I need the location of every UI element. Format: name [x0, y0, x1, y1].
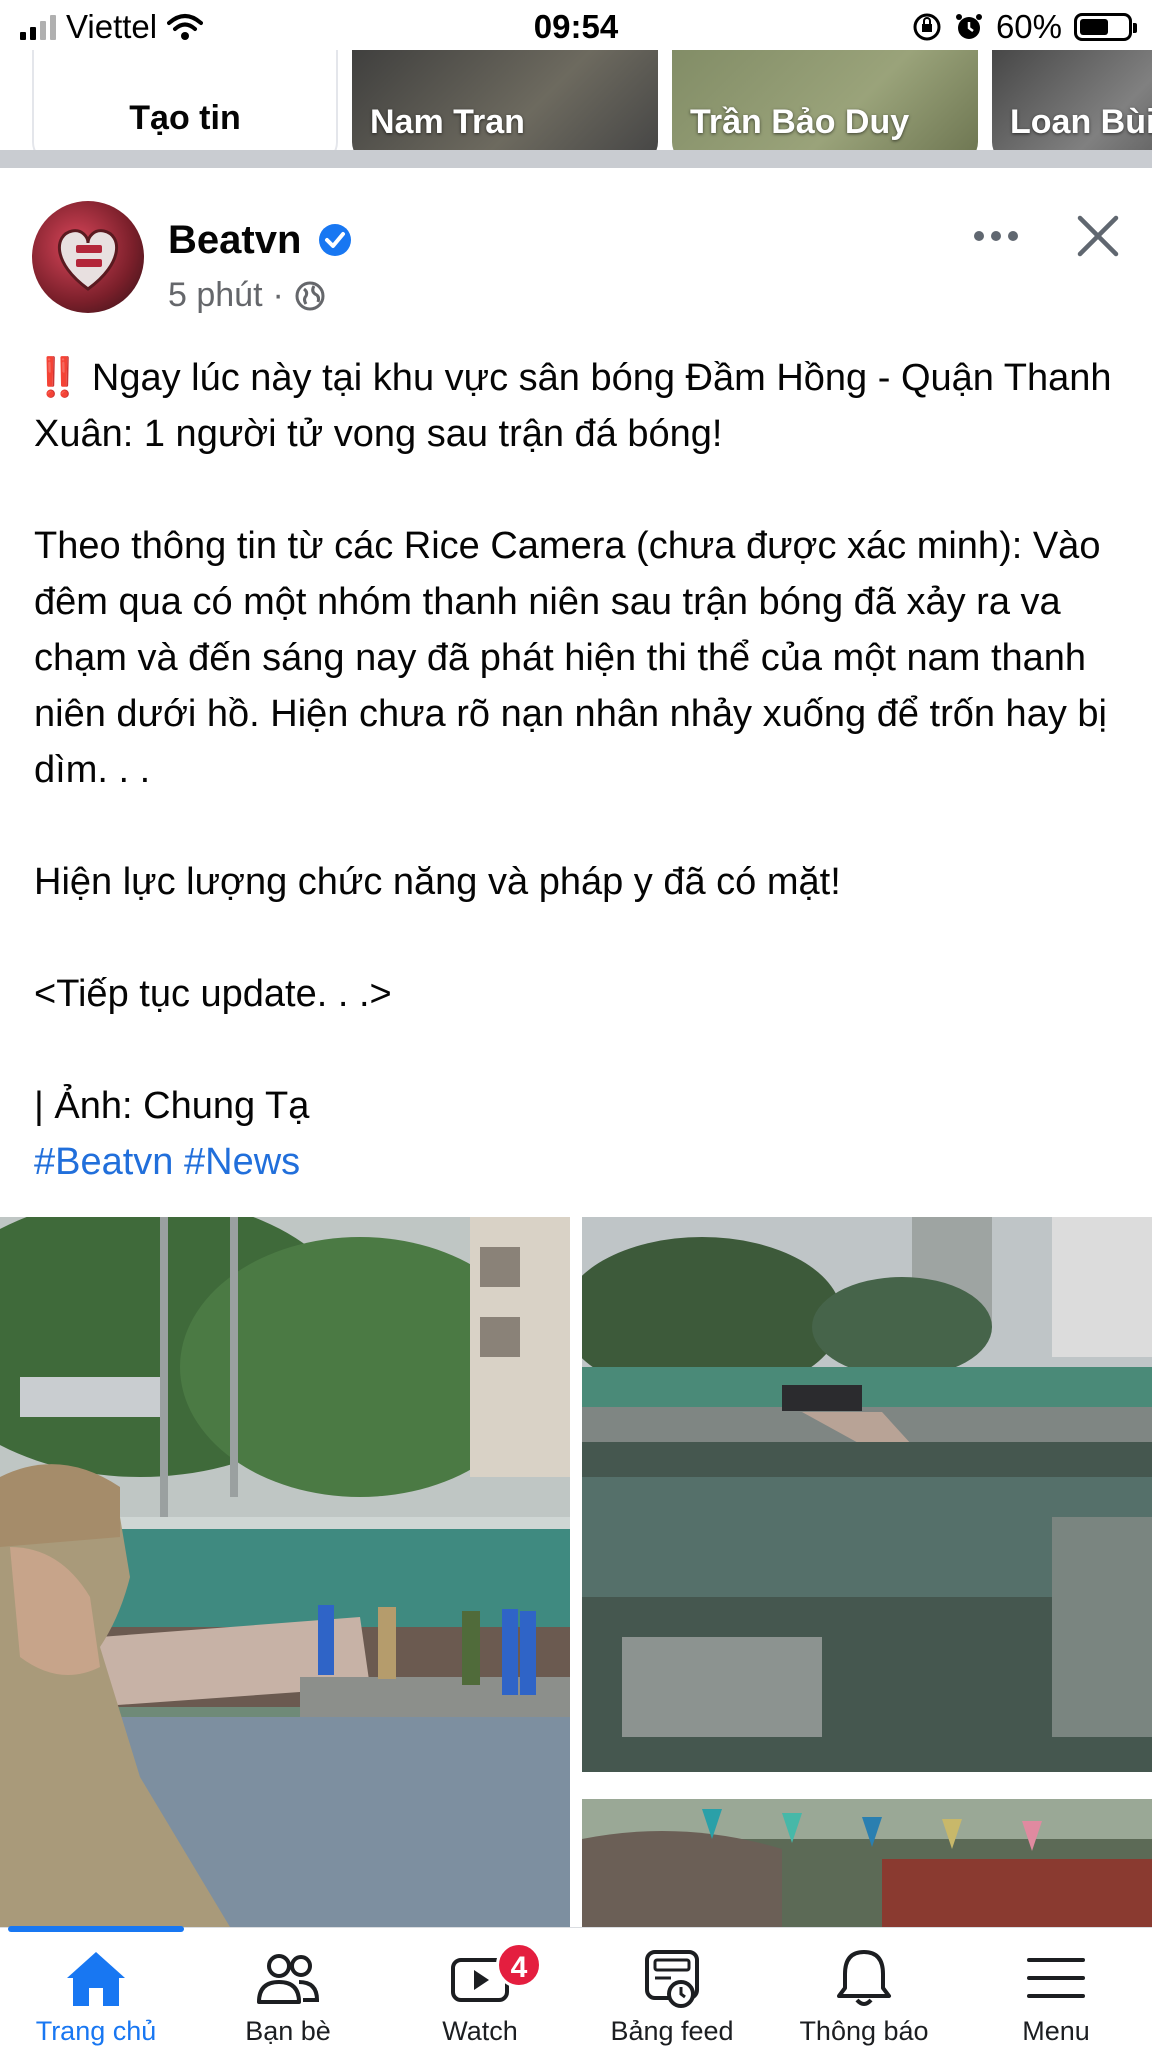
post-line-1: Ngay lúc này tại khu vực sân bóng Đầm Hồ… [34, 357, 1112, 455]
post-time[interactable]: 5 phút [168, 276, 263, 315]
post-paragraph-3: Hiện lực lượng chức năng và pháp y đã có… [34, 861, 841, 903]
hashtag-link[interactable]: #News [184, 1141, 300, 1183]
tab-menu[interactable]: Menu [960, 1928, 1152, 2048]
street-photo [582, 1799, 1152, 1927]
home-icon [67, 1952, 125, 2006]
feeds-icon [645, 1950, 699, 2008]
tab-label: Menu [1022, 2016, 1090, 2046]
tab-label: Thông báo [799, 2016, 929, 2046]
more-dot-icon [991, 231, 1001, 241]
status-right: 60% [912, 8, 1137, 46]
more-dot-icon [1008, 231, 1018, 241]
battery-percent: 60% [995, 8, 1062, 45]
hashtag-link[interactable]: #Beatvn [34, 1141, 173, 1183]
post-photo[interactable] [582, 1217, 1152, 1787]
close-icon[interactable] [1070, 208, 1126, 264]
meta-separator: · [272, 276, 284, 314]
bell-icon [837, 1950, 891, 2006]
stories-tray: Tạo tin Nam Tran Trần Bảo Duy Loan Bùi [0, 50, 1152, 150]
create-story-label: Tạo tin [129, 99, 241, 137]
tab-label: Watch [442, 2016, 518, 2046]
create-story-card[interactable]: Tạo tin [32, 50, 338, 150]
post-headline: ‼️ Ngay lúc này tại khu vực sân bóng Đầm… [34, 350, 1124, 462]
story-card[interactable]: Loan Bùi [992, 50, 1152, 150]
more-options-button[interactable] [966, 216, 1026, 256]
orientation-lock-icon [913, 13, 941, 41]
post-paragraph-4: <Tiếp tục update. . .> [34, 973, 392, 1015]
tab-notifications[interactable]: Thông báo [768, 1928, 960, 2048]
photo-credit: | Ảnh: Chung Tạ [34, 1085, 310, 1127]
beatvn-logo [57, 229, 119, 291]
hashtags: #Beatvn #News [34, 1134, 1124, 1190]
battery-level [1080, 19, 1108, 35]
tab-label: Bảng feed [610, 2016, 734, 2046]
story-card[interactable]: Trần Bảo Duy [672, 50, 978, 150]
tab-watch[interactable]: 4 Watch [384, 1928, 576, 2048]
watch-badge: 4 [496, 1942, 542, 1988]
lake-reflection-photo [582, 1217, 1152, 1787]
page-name[interactable]: Beatvn [168, 218, 301, 263]
bottom-tab-bar: Trang chủ Bạn bè 4 Watch Bảng feed Thông… [0, 1926, 1152, 2048]
tab-label: Bạn bè [245, 2016, 331, 2046]
lakeside-photo [0, 1217, 570, 1927]
globe-icon [295, 281, 325, 310]
menu-icon [1027, 1958, 1085, 1998]
post-photo[interactable] [582, 1799, 1152, 1927]
tab-friends[interactable]: Bạn bè [192, 1928, 384, 2048]
post-photo-grid [0, 1217, 1152, 1927]
page-avatar[interactable] [32, 201, 144, 313]
tab-feeds[interactable]: Bảng feed [576, 1928, 768, 2048]
battery-icon [1074, 13, 1137, 41]
post-paragraph-2: Theo thông tin từ các Rice Camera (chưa … [34, 525, 1107, 791]
post-header: Beatvn 5 phút · [0, 168, 1152, 328]
post-photo[interactable] [0, 1217, 570, 1927]
story-name: Loan Bùi [1010, 103, 1152, 141]
tab-home[interactable]: Trang chủ [0, 1928, 192, 2048]
tab-label: Trang chủ [35, 2016, 157, 2046]
post-text: ‼️ Ngay lúc này tại khu vực sân bóng Đầm… [34, 350, 1124, 1190]
alarm-icon [955, 14, 982, 39]
post-meta: 5 phút · [168, 276, 326, 315]
section-divider [0, 150, 1152, 168]
verified-badge-icon [319, 224, 351, 256]
double-exclamation-emoji: ‼️ [34, 357, 82, 399]
more-dot-icon [974, 231, 984, 241]
story-name: Trần Bảo Duy [690, 103, 910, 141]
friends-icon [257, 1954, 320, 2004]
story-card[interactable]: Nam Tran [352, 50, 658, 150]
story-name: Nam Tran [370, 103, 525, 141]
